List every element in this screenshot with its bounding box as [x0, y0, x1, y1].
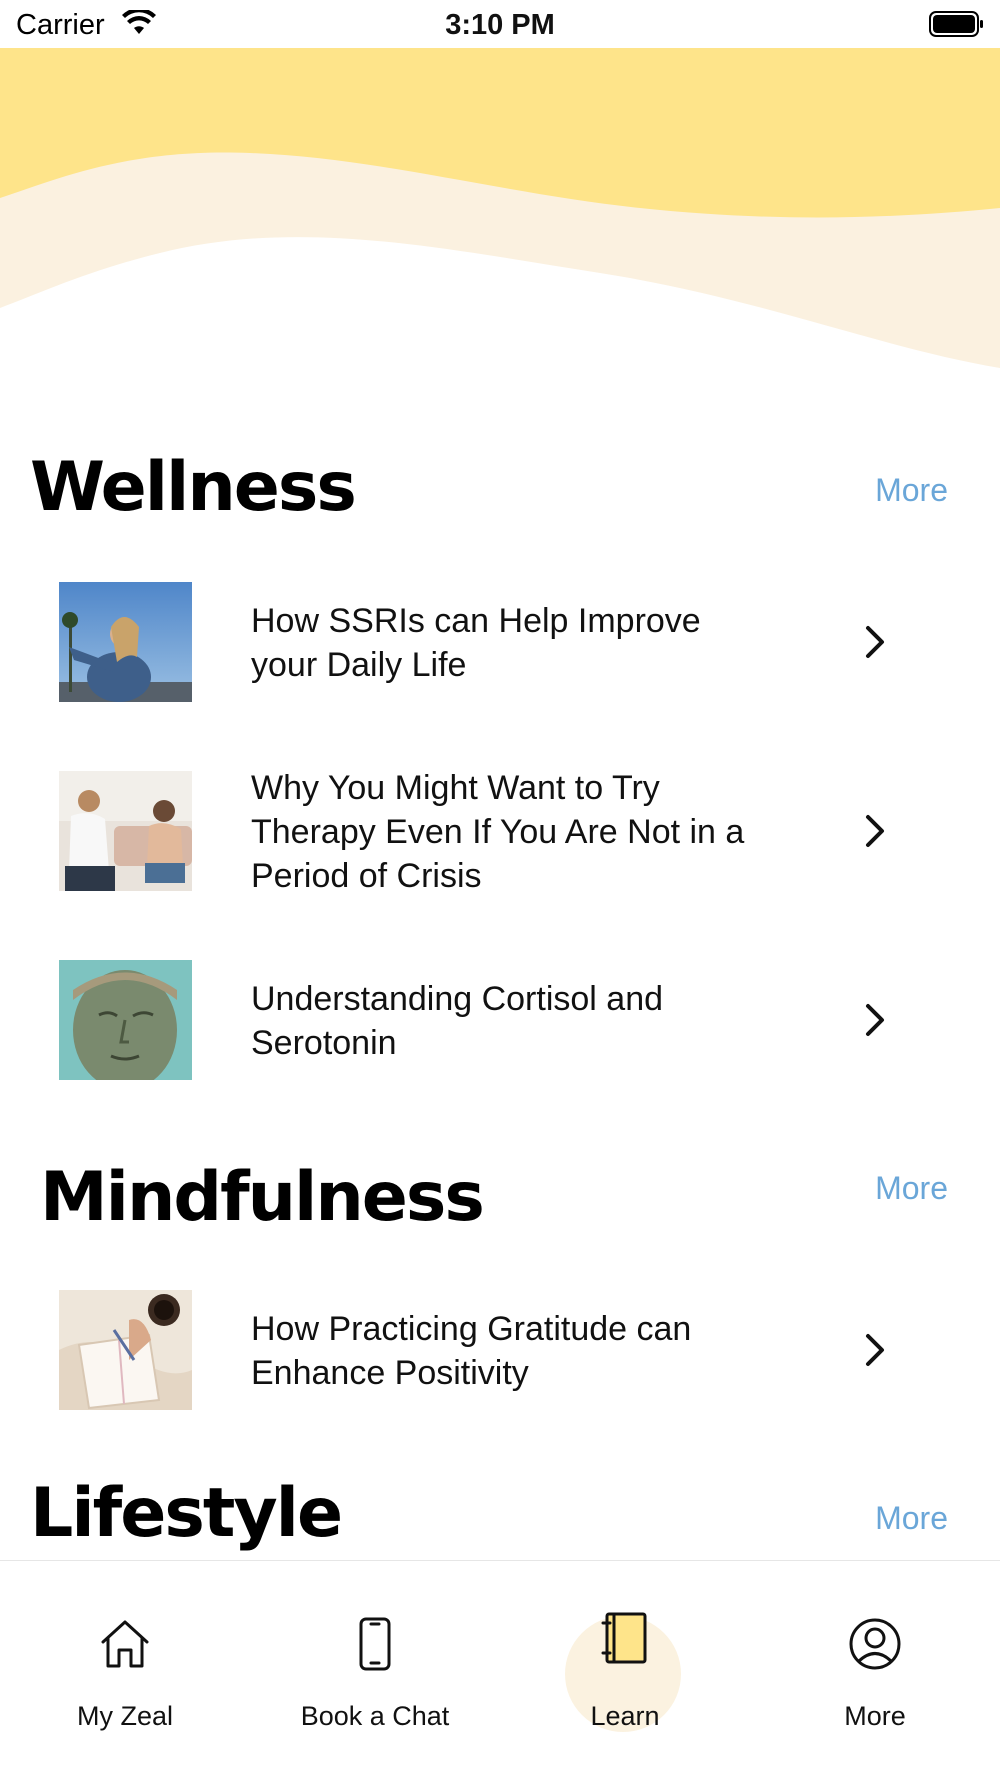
tab-label: My Zeal [76, 1701, 174, 1731]
article-thumbnail [59, 582, 192, 702]
tab-more[interactable]: More [750, 1561, 1000, 1731]
status-bar: Carrier 3:10 PM [0, 0, 1000, 50]
article-title: Why You Might Want to Try Therapy Even I… [251, 769, 745, 895]
book-icon [601, 1612, 647, 1664]
tab-label: More [844, 1701, 906, 1731]
article-title: How Practicing Gratitude can Enhance Pos… [251, 1310, 692, 1392]
chevron-right-icon [866, 1004, 884, 1036]
article-row[interactable]: Why You Might Want to Try Therapy Even I… [0, 769, 1000, 895]
article-thumbnail [59, 960, 192, 1080]
chevron-right-icon [866, 1334, 884, 1366]
chevron-right-icon [866, 626, 884, 658]
section-title-mindfulness: Mindfulness [40, 1158, 485, 1237]
tab-my-zeal[interactable]: My Zeal [0, 1561, 250, 1731]
tab-label: Learn [590, 1701, 660, 1731]
article-row[interactable]: How Practicing Gratitude can Enhance Pos… [0, 1290, 1000, 1410]
article-thumbnail [59, 771, 192, 891]
chevron-right-icon [866, 815, 884, 847]
hero-wave-banner [0, 48, 1000, 388]
status-time: 3:10 PM [445, 9, 555, 41]
battery-icon [929, 11, 983, 37]
wellness-more-link[interactable]: More [875, 472, 948, 509]
section-title-lifestyle: Lifestyle [30, 1474, 343, 1553]
article-title: Understanding Cortisol and Serotonin [251, 980, 664, 1062]
article-row[interactable]: Understanding Cortisol and Serotonin [0, 960, 1000, 1080]
section-title-wellness: Wellness [30, 448, 357, 527]
article-row[interactable]: How SSRIs can Help Improve your Daily Li… [0, 582, 1000, 702]
tab-learn[interactable]: Learn [500, 1561, 750, 1731]
lifestyle-more-link[interactable]: More [875, 1500, 948, 1537]
article-thumbnail [59, 1290, 192, 1410]
article-title: How SSRIs can Help Improve your Daily Li… [251, 602, 701, 684]
home-icon [101, 1620, 149, 1668]
phone-icon [359, 1617, 391, 1671]
tab-bar: My Zeal Book a Chat Learn More [0, 1560, 1000, 1778]
tab-label: Book a Chat [300, 1701, 450, 1731]
mindfulness-more-link[interactable]: More [875, 1170, 948, 1207]
tab-book-a-chat[interactable]: Book a Chat [250, 1561, 500, 1731]
profile-icon [849, 1618, 901, 1670]
